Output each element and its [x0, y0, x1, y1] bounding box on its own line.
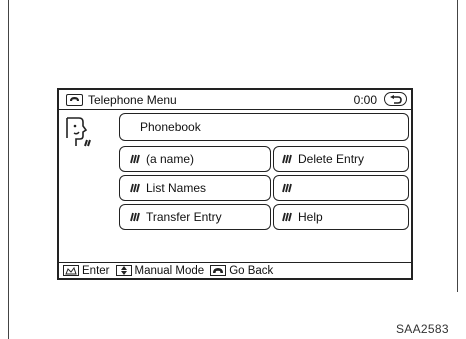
go-back-hint: Go Back — [210, 265, 273, 277]
title-bar: Telephone Menu 0:00 — [59, 90, 411, 110]
blank-voice-button[interactable] — [273, 175, 409, 201]
frame-border-right — [457, 0, 458, 292]
back-arrow-icon[interactable] — [384, 92, 407, 106]
button-label: (a name) — [146, 152, 195, 166]
button-label: List Names — [146, 181, 207, 195]
voice-recognition-head-icon — [66, 117, 91, 147]
phonebook-label: Phonebook — [140, 120, 201, 134]
up-down-arrows-icon — [115, 265, 132, 276]
frame-border-left — [8, 0, 9, 339]
voice-icon — [282, 212, 292, 222]
help-button[interactable]: Help — [273, 204, 409, 230]
enter-hint: Enter — [63, 265, 110, 277]
name-entry-button[interactable]: (a name) — [119, 146, 271, 172]
telephone-menu-screen: Telephone Menu 0:00 Phonebook (a name) D… — [57, 88, 413, 280]
list-names-button[interactable]: List Names — [119, 175, 271, 201]
voice-icon — [130, 183, 140, 193]
manual-mode-hint: Manual Mode — [115, 264, 205, 277]
call-timer: 0:00 — [353, 93, 377, 107]
voice-icon — [282, 154, 292, 164]
button-label: Transfer Entry — [146, 210, 222, 224]
delete-entry-button[interactable]: Delete Entry — [273, 146, 409, 172]
manual-mode-label: Manual Mode — [134, 264, 205, 277]
go-back-label: Go Back — [229, 264, 274, 277]
voice-icon — [282, 183, 292, 193]
button-label: Help — [298, 210, 323, 224]
status-bar: Enter Manual Mode Go Back — [59, 262, 411, 278]
phonebook-button[interactable]: Phonebook — [119, 113, 409, 141]
transfer-entry-button[interactable]: Transfer Entry — [119, 204, 271, 230]
figure-code: SAA2583 — [396, 322, 449, 336]
button-label: Delete Entry — [298, 152, 365, 166]
page-title: Telephone Menu — [88, 92, 177, 107]
enter-label: Enter — [82, 264, 110, 277]
enter-icon — [63, 265, 79, 276]
voice-icon — [130, 212, 140, 222]
hang-up-icon — [210, 265, 227, 276]
phone-icon — [66, 93, 83, 106]
voice-icon — [130, 154, 140, 164]
